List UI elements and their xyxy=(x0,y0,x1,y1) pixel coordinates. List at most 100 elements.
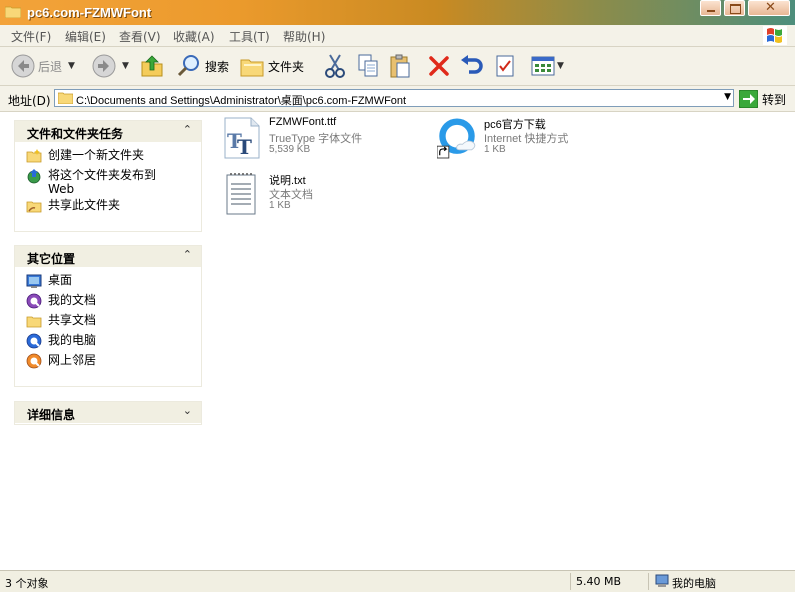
menu-file[interactable]: 文件(F) xyxy=(11,28,51,45)
cut-icon xyxy=(325,54,345,78)
place-label: 共享文档 xyxy=(48,313,97,327)
status-bar: 3 个对象 5.40 MB 我的电脑 xyxy=(0,570,795,592)
paste-button[interactable] xyxy=(388,52,412,80)
places-panel-header[interactable]: 其它位置 ⌃ xyxy=(15,246,201,267)
task-label: 共享此文件夹 xyxy=(48,198,121,212)
file-size: 1 KB xyxy=(269,200,291,211)
places-panel-title: 其它位置 xyxy=(27,252,76,266)
delete-icon xyxy=(429,56,449,76)
title-bar[interactable]: pc6.com-FZMWFont ✕ xyxy=(0,0,795,25)
file-item[interactable]: pc6官方下载 Internet 快捷方式 1 KB xyxy=(437,116,627,164)
search-icon xyxy=(177,55,199,77)
search-button[interactable]: 搜索 xyxy=(176,52,229,80)
views-icon xyxy=(531,56,555,76)
share-folder-icon xyxy=(26,201,42,213)
place-desktop[interactable]: 桌面 xyxy=(15,273,201,293)
undo-icon xyxy=(461,55,483,74)
collapse-icon[interactable]: ⌃ xyxy=(183,248,192,261)
menu-tools[interactable]: 工具(T) xyxy=(229,28,270,45)
paste-icon xyxy=(390,54,410,78)
details-panel: 详细信息 ⌄ xyxy=(14,401,202,425)
forward-dropdown-icon[interactable]: ▼ xyxy=(122,61,129,71)
details-panel-title: 详细信息 xyxy=(27,408,76,422)
go-label: 转到 xyxy=(762,92,787,107)
place-label: 我的电脑 xyxy=(48,333,97,347)
go-button[interactable]: 转到 xyxy=(739,89,786,109)
close-icon: ✕ xyxy=(765,0,776,15)
expand-icon[interactable]: ⌄ xyxy=(183,404,192,417)
views-dropdown-icon[interactable]: ▼ xyxy=(557,61,564,71)
forward-arrow-icon xyxy=(92,54,116,78)
delete-button[interactable] xyxy=(427,52,451,80)
menu-help[interactable]: 帮助(H) xyxy=(283,28,325,45)
back-dropdown-icon[interactable]: ▼ xyxy=(68,61,75,71)
task-label: 创建一个新文件夹 xyxy=(48,148,145,162)
up-folder-icon xyxy=(141,55,163,77)
status-divider xyxy=(570,573,571,590)
views-button[interactable]: ▼ xyxy=(531,52,564,80)
back-arrow-icon xyxy=(11,54,35,78)
folders-icon xyxy=(240,59,264,77)
menu-view[interactable]: 查看(V) xyxy=(119,28,161,45)
svg-text:T: T xyxy=(237,135,252,159)
maximize-icon xyxy=(730,4,741,14)
place-network[interactable]: 网上邻居 xyxy=(15,353,201,373)
desktop-icon xyxy=(26,274,42,288)
close-button[interactable]: ✕ xyxy=(748,0,790,16)
folder-icon xyxy=(58,92,73,104)
network-icon xyxy=(26,353,42,369)
properties-icon xyxy=(496,55,514,77)
status-total-size: 5.40 MB xyxy=(576,575,622,588)
tasks-panel: 文件和文件夹任务 ⌃ 创建一个新文件夹 将这个文件夹发布到 Web 共享此文件夹 xyxy=(14,120,202,232)
cut-button[interactable] xyxy=(323,52,347,80)
place-label: 我的文档 xyxy=(48,293,97,307)
address-label: 地址(D) xyxy=(8,94,51,108)
toolbar: 后退 ▼ ▼ 搜索 文件夹 ▼ xyxy=(0,47,795,86)
folder-icon xyxy=(5,6,21,18)
address-path: C:\Documents and Settings\Administrator\… xyxy=(76,95,407,107)
file-name: FZMWFont.ttf xyxy=(269,116,337,128)
file-size: 5,539 KB xyxy=(269,144,311,155)
places-panel: 其它位置 ⌃ 桌面 我的文档 共享文档 我的电脑 网上邻居 xyxy=(14,245,202,387)
forward-button[interactable]: ▼ xyxy=(92,52,129,80)
tasks-panel-header[interactable]: 文件和文件夹任务 ⌃ xyxy=(15,121,201,142)
windows-logo-icon xyxy=(763,26,787,45)
file-item[interactable]: 说明.txt 文本文档 1 KB xyxy=(222,172,412,220)
new-folder-icon xyxy=(26,149,42,163)
maximize-button[interactable] xyxy=(724,0,745,16)
my-computer-icon xyxy=(26,333,42,349)
search-label: 搜索 xyxy=(205,59,230,74)
my-computer-icon xyxy=(655,574,669,587)
tasks-panel-title: 文件和文件夹任务 xyxy=(27,127,124,141)
minimize-button[interactable] xyxy=(700,0,721,16)
address-dropdown-icon[interactable]: ▼ xyxy=(724,92,731,102)
address-input[interactable]: C:\Documents and Settings\Administrator\… xyxy=(54,89,734,107)
minimize-icon xyxy=(707,10,715,12)
publish-web-icon xyxy=(27,169,41,184)
folders-button[interactable]: 文件夹 xyxy=(239,52,304,80)
place-my-computer[interactable]: 我的电脑 xyxy=(15,333,201,353)
undo-button[interactable] xyxy=(459,52,483,80)
task-publish-web[interactable]: 将这个文件夹发布到 Web xyxy=(15,168,201,198)
status-divider xyxy=(648,573,649,590)
place-my-documents[interactable]: 我的文档 xyxy=(15,293,201,313)
task-share-folder[interactable]: 共享此文件夹 xyxy=(15,198,201,218)
copy-button[interactable] xyxy=(356,52,380,80)
folders-label: 文件夹 xyxy=(268,59,305,74)
go-arrow-icon xyxy=(739,90,758,108)
up-folder-button[interactable] xyxy=(140,52,164,80)
place-label: 桌面 xyxy=(48,273,73,287)
file-item[interactable]: T T FZMWFont.ttf TrueType 字体文件 5,539 KB xyxy=(222,116,412,164)
menu-edit[interactable]: 编辑(E) xyxy=(65,28,106,45)
properties-button[interactable] xyxy=(494,52,516,80)
collapse-icon[interactable]: ⌃ xyxy=(183,123,192,136)
task-new-folder[interactable]: 创建一个新文件夹 xyxy=(15,148,201,168)
my-documents-icon xyxy=(26,293,42,309)
details-panel-header[interactable]: 详细信息 ⌄ xyxy=(15,402,201,423)
place-shared-documents[interactable]: 共享文档 xyxy=(15,313,201,333)
main-content: 文件和文件夹任务 ⌃ 创建一个新文件夹 将这个文件夹发布到 Web 共享此文件夹… xyxy=(0,112,795,570)
place-label: 网上邻居 xyxy=(48,353,97,367)
internet-shortcut-icon xyxy=(437,118,476,159)
menu-favorites[interactable]: 收藏(A) xyxy=(173,28,215,45)
back-button[interactable]: 后退 ▼ xyxy=(11,52,75,80)
